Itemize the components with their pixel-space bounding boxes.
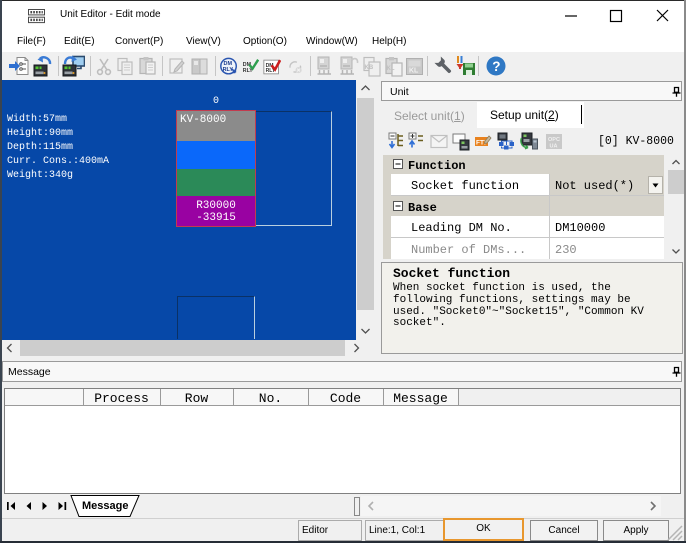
svg-text:?: ? (492, 59, 500, 74)
svg-text:UA: UA (550, 144, 558, 150)
svg-text:RLY: RLY (223, 67, 234, 73)
svg-text:KL: KL (409, 68, 419, 75)
svg-text:KL: KL (387, 66, 395, 72)
svg-text:OPC: OPC (548, 137, 560, 143)
svg-text:KB: KB (365, 65, 374, 71)
